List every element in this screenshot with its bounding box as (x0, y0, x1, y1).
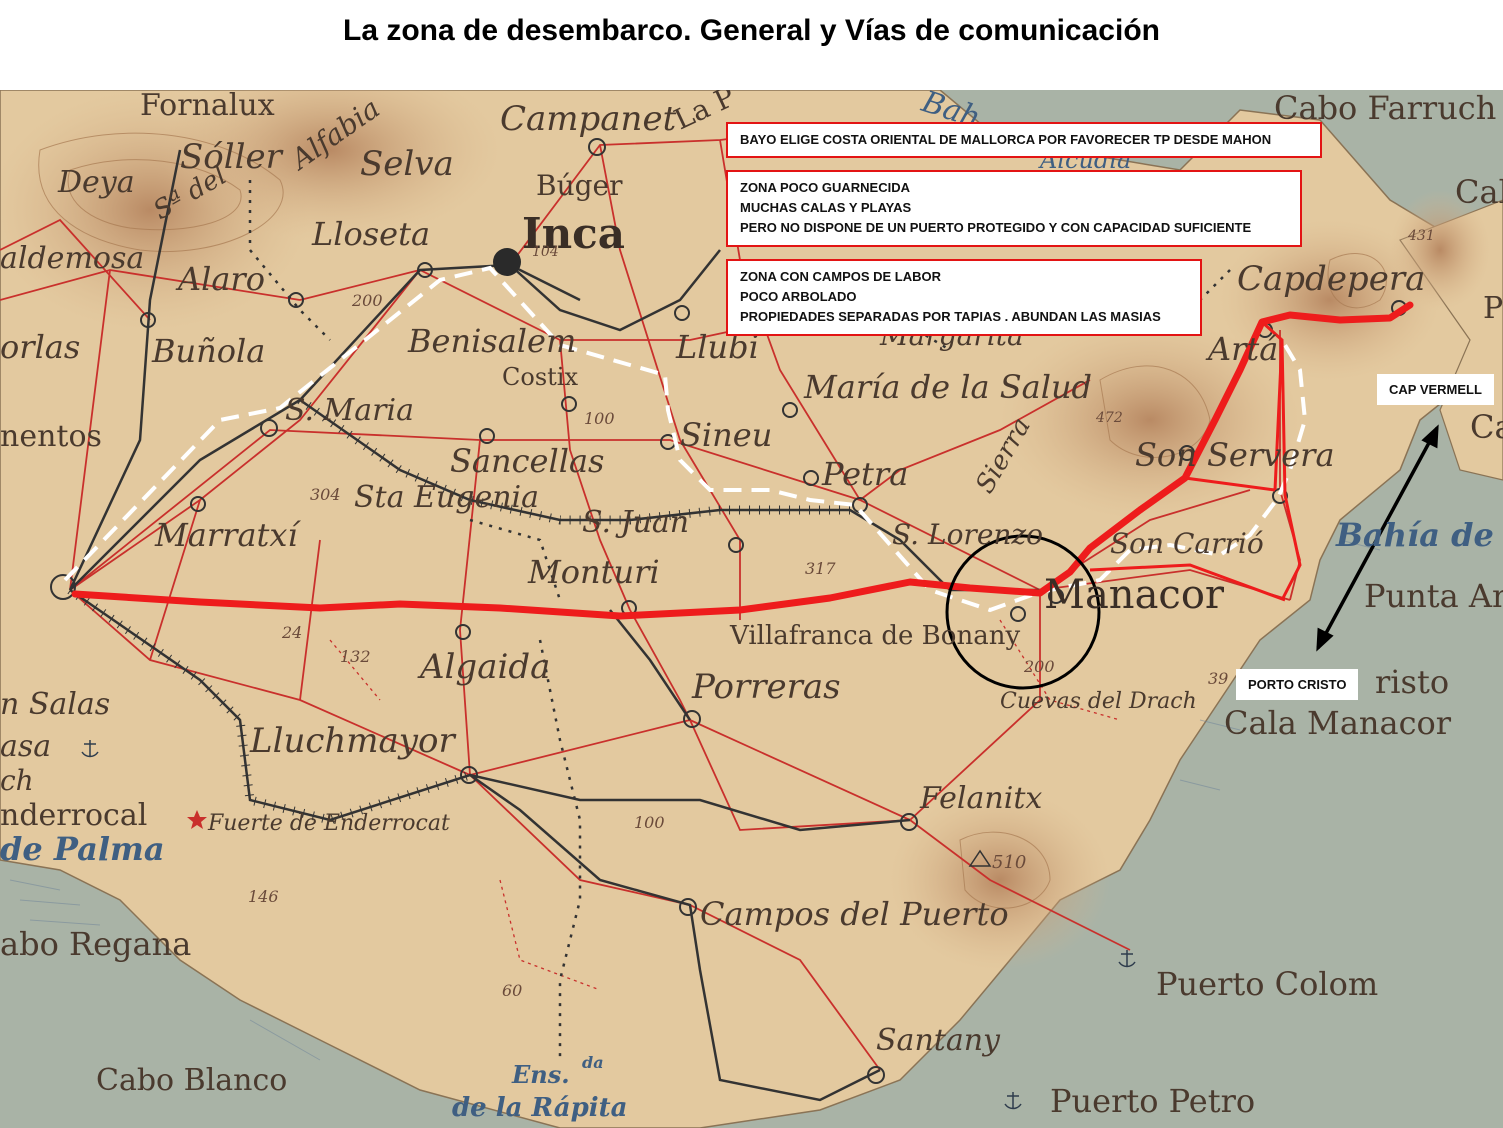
page-title: La zona de desembarco. General y Vías de… (343, 14, 1160, 47)
elevation-200b: 200 (1023, 657, 1055, 676)
note-box-3: ZONA CON CAMPOS DE LABOR POCO ARBOLADO P… (726, 259, 1202, 336)
label-manacor: Manacor (1044, 572, 1225, 618)
label-s-maria: S. Maria (285, 393, 414, 428)
label-felanitx: Felanitx (919, 781, 1042, 816)
label-abo-regana: abo Regana (0, 925, 191, 963)
label-son-servera: Son Servera (1135, 436, 1335, 474)
label-ens: Ens. (511, 1060, 570, 1089)
label-arta: Artá (1205, 330, 1278, 368)
label-santany: Santany (876, 1023, 1001, 1058)
elevation-510: 510 (992, 852, 1026, 873)
label-mentos: nentos (0, 419, 102, 454)
label-benisalem: Benisalem (407, 322, 576, 360)
elevation-317: 317 (805, 559, 836, 578)
label-soller: Sóller (180, 137, 284, 177)
elevation-472: 472 (1095, 410, 1123, 426)
label-p-east: P (1483, 291, 1503, 326)
label-s-lorenzo: S. Lorenzo (892, 518, 1043, 551)
note-box-2: ZONA POCO GUARNECIDA MUCHAS CALAS Y PLAY… (726, 170, 1302, 247)
label-fuerte-de-enderrocat: Fuerte de Enderrocat (207, 811, 450, 836)
note-2-line-3: PERO NO DISPONE DE UN PUERTO PROTEGIDO Y… (740, 220, 1252, 235)
label-selva: Selva (360, 144, 454, 184)
label-valldemosa: aldemosa (0, 241, 144, 276)
label-de-palma: de Palma (0, 830, 165, 868)
label-cab-east: Cab (1470, 408, 1503, 446)
label-sineu: Sineu (680, 416, 772, 454)
label-sancellas: Sancellas (450, 442, 604, 480)
label-costix: Costix (502, 363, 578, 391)
label-villafranca: Villafranca de Bonany (729, 621, 1020, 651)
label-campos-del-puerto: Campos del Puerto (700, 895, 1009, 933)
label-puerto-colom: Puerto Colom (1156, 965, 1378, 1003)
label-lluchmayor: Lluchmayor (249, 721, 456, 761)
label-da: da (582, 1053, 604, 1072)
label-cabo-blanco: Cabo Blanco (96, 1063, 287, 1098)
elevation-431: 431 (1407, 228, 1435, 244)
mountain-shading (890, 790, 1110, 970)
elevation-39: 39 (1208, 669, 1228, 688)
label-monturi: Monturi (527, 553, 660, 591)
elevation-24: 24 (281, 623, 302, 642)
label-cuevas-del-drach: Cuevas del Drach (1000, 689, 1197, 714)
label-de-la-rapita: de la Rápita (452, 1093, 628, 1123)
note-2-line-1: ZONA POCO GUARNECIDA (740, 180, 910, 195)
note-3-line-1: ZONA CON CAMPOS DE LABOR (740, 269, 942, 284)
label-alaro: Alaro (175, 260, 265, 298)
note-2-line-2: MUCHAS CALAS Y PLAYAS (740, 200, 912, 215)
label-asa: asa (0, 729, 51, 764)
elevation-146: 146 (248, 887, 279, 906)
elevation-104: 104 (532, 244, 559, 260)
label-buger: Búger (536, 169, 623, 202)
label-risto: risto (1375, 663, 1449, 701)
label-punta-an: Punta An (1364, 577, 1503, 615)
label-capdepera: Capdepera (1237, 259, 1425, 299)
label-maria-de-la-salud: María de la Salud (803, 368, 1092, 406)
label-sta-eugenia: Sta Eugenia (354, 480, 539, 515)
callout-cap-vermell: CAP VERMELL (1377, 374, 1494, 405)
label-fornalux: Fornalux (140, 90, 275, 123)
label-campanet: Campanet (500, 99, 677, 139)
label-enderrocal: nderrocal (0, 798, 147, 833)
label-orlas: orlas (0, 328, 80, 366)
label-lloseta: Lloseta (311, 215, 430, 253)
elevation-200: 200 (351, 291, 383, 310)
label-porreras: Porreras (691, 667, 841, 707)
label-marratxi: Marratxí (154, 516, 301, 554)
note-box-1: BAYO ELIGE COSTA ORIENTAL DE MALLORCA PO… (726, 122, 1322, 158)
note-3-line-3: PROPIEDADES SEPARADAS POR TAPIAS . ABUND… (740, 309, 1161, 324)
elevation-304: 304 (310, 485, 341, 504)
elevation-100b: 100 (634, 813, 665, 832)
elevation-60: 60 (502, 981, 522, 1000)
label-cala-manacor: Cala Manacor (1224, 704, 1452, 742)
label-son-cardazar: Son Carrió (1110, 527, 1264, 560)
label-bahia-de: Bahía de (1335, 516, 1494, 554)
note-1-line-1: BAYO ELIGE COSTA ORIENTAL DE MALLORCA PO… (740, 132, 1272, 147)
callout-porto-cristo: PORTO CRISTO (1236, 669, 1359, 700)
label-cab-ne: Cab (1455, 173, 1503, 211)
label-bunola: Buñola (151, 332, 265, 370)
label-petra: Petra (821, 455, 908, 493)
label-s-juan: S. Juan (582, 505, 689, 540)
elevation-100: 100 (584, 409, 615, 428)
label-puerto-petro: Puerto Petro (1050, 1082, 1255, 1120)
note-3-line-2: POCO ARBOLADO (740, 289, 857, 304)
elevation-132: 132 (340, 647, 371, 666)
label-deya: Deya (57, 165, 135, 200)
label-n-salas: n Salas (0, 687, 110, 722)
label-ch: ch (0, 764, 34, 797)
label-algaida: Algaida (417, 647, 550, 687)
inca-city-marker (493, 248, 521, 276)
